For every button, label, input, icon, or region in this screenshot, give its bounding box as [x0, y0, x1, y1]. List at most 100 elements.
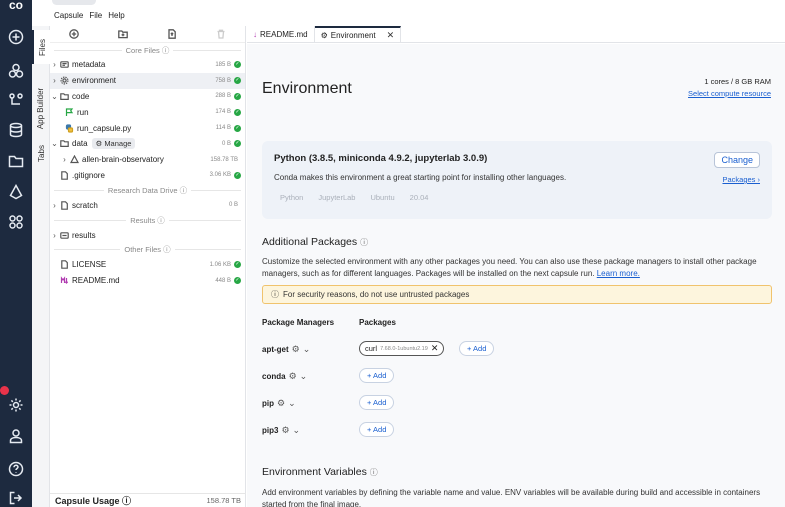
- menu-file[interactable]: File: [89, 11, 102, 25]
- file-row-code[interactable]: ⌄ code 288 B ✓: [50, 89, 245, 105]
- check-icon: ✓: [234, 171, 241, 179]
- file-name: code: [72, 91, 90, 101]
- file-size: 448 B: [215, 277, 231, 284]
- check-icon: ✓: [234, 140, 241, 148]
- file-row-allen-brain-observatory[interactable]: › allen-brain-observatory 158.78 TB: [50, 152, 245, 168]
- chevron-right-icon[interactable]: ›: [50, 60, 59, 69]
- info-icon[interactable]: ⓘ: [370, 468, 378, 477]
- file-row-readme[interactable]: README.md 448 B ✓: [50, 273, 245, 289]
- vtab-app-builder[interactable]: App Builder: [32, 78, 50, 138]
- app-rail: co: [0, 0, 32, 507]
- manager-conda: conda ⚙ ⌄: [262, 371, 308, 382]
- tab-environment[interactable]: ⚙ Environment ✕: [314, 26, 402, 42]
- file-size: 758 B: [215, 77, 231, 84]
- chevron-down-icon[interactable]: ⌄: [50, 92, 59, 101]
- file-row-data[interactable]: ⌄ data ⚙ Manage 0 B ✓: [50, 136, 245, 152]
- python-icon: [64, 123, 74, 133]
- folder-icon[interactable]: [6, 151, 26, 171]
- check-icon: ✓: [234, 92, 241, 100]
- packages-link[interactable]: Packages ›: [722, 175, 760, 184]
- file-row-gitignore[interactable]: .gitignore 3.06 KB ✓: [50, 168, 245, 184]
- warning-text: For security reasons, do not use untrust…: [283, 290, 470, 299]
- change-button[interactable]: Change: [714, 152, 760, 168]
- file-icon: [59, 200, 69, 210]
- info-icon[interactable]: ⓘ: [360, 238, 368, 247]
- metadata-icon: [59, 60, 69, 70]
- help-icon[interactable]: [6, 459, 26, 479]
- package-version: 7.68.0-1ubuntu2.19: [380, 345, 428, 352]
- section-other-files: Other Files ⓘ: [50, 243, 245, 257]
- chevron-right-icon[interactable]: ›: [50, 201, 59, 210]
- new-file-plus-icon[interactable]: [67, 27, 81, 41]
- package-chip-curl[interactable]: curl 7.68.0-1ubuntu2.19 ✕: [359, 341, 445, 356]
- models-icon[interactable]: [6, 182, 26, 202]
- chevron-down-icon[interactable]: ⌄: [300, 371, 308, 382]
- tab-label: README.md: [260, 29, 308, 39]
- markdown-icon: [59, 276, 69, 286]
- environment-name: Python (3.8.5, miniconda 4.9.2, jupyterl…: [274, 153, 488, 164]
- close-icon[interactable]: ✕: [387, 30, 395, 41]
- file-row-results[interactable]: › results: [50, 227, 245, 243]
- file-row-scratch[interactable]: › scratch 0 B: [50, 197, 245, 213]
- manager-apt-get: apt-get ⚙ ⌄: [262, 344, 311, 355]
- check-icon: ✓: [234, 277, 241, 285]
- menu-help[interactable]: Help: [108, 11, 124, 25]
- vtab-files[interactable]: Files: [32, 30, 50, 64]
- chevron-down-icon[interactable]: ⌄: [50, 139, 59, 148]
- logout-icon[interactable]: [6, 488, 26, 507]
- delete-icon[interactable]: [214, 27, 228, 41]
- gear-icon[interactable]: ⚙: [281, 425, 289, 436]
- vtab-tabs[interactable]: Tabs: [32, 140, 50, 166]
- environment-description: Conda makes this environment a great sta…: [274, 173, 567, 182]
- pipeline-icon[interactable]: [6, 90, 26, 110]
- gear-icon[interactable]: ⚙: [292, 344, 300, 355]
- user-icon[interactable]: [6, 426, 26, 446]
- chevron-right-icon[interactable]: ›: [60, 155, 69, 164]
- add-apt-get-button[interactable]: + Add: [459, 341, 495, 356]
- environment-tags: Python JupyterLab Ubuntu 20.04: [280, 193, 428, 202]
- tab-readme[interactable]: ↓ README.md: [247, 26, 315, 42]
- capsules-icon[interactable]: [6, 61, 26, 81]
- file-size: 288 B: [215, 93, 231, 100]
- results-icon: [59, 230, 69, 240]
- add-pip-button[interactable]: + Add: [359, 395, 395, 410]
- file-row-environment[interactable]: › environment 758 B ✓: [50, 72, 245, 89]
- chevron-right-icon[interactable]: ›: [50, 76, 59, 85]
- file-size: 114 B: [215, 125, 231, 132]
- file-row-metadata[interactable]: › metadata 185 B ✓: [50, 57, 245, 73]
- upload-file-icon[interactable]: [165, 27, 179, 41]
- gear-icon[interactable]: ⚙: [277, 398, 285, 409]
- col-packages: Packages: [359, 318, 396, 327]
- add-pip3-button[interactable]: + Add: [359, 422, 395, 437]
- add-icon[interactable]: [6, 27, 26, 47]
- capsule-usage-value: 158.78 TB: [206, 496, 241, 505]
- learn-more-link[interactable]: Learn more.: [597, 269, 640, 278]
- menu-capsule[interactable]: Capsule: [54, 11, 83, 25]
- new-folder-icon[interactable]: [116, 27, 130, 41]
- apps-grid-icon[interactable]: [6, 212, 26, 232]
- file-row-run[interactable]: run 174 B ✓: [50, 104, 245, 120]
- section-research-data-drive: Research Data Drive ⓘ: [50, 183, 245, 197]
- compute-resource: 1 cores / 8 GB RAM Select compute resour…: [688, 77, 771, 98]
- file-row-run-capsule[interactable]: run_capsule.py 114 B ✓: [50, 120, 245, 136]
- select-compute-link[interactable]: Select compute resource: [688, 89, 771, 98]
- chevron-down-icon[interactable]: ⌄: [303, 344, 311, 355]
- file-toolbar: [50, 26, 245, 43]
- gear-icon[interactable]: ⚙: [289, 371, 297, 382]
- remove-icon[interactable]: ✕: [431, 343, 439, 354]
- editor-tabbar: ↓ README.md ⚙ Environment ✕: [247, 26, 785, 43]
- manage-label: Manage: [104, 139, 132, 149]
- settings-icon[interactable]: [6, 395, 26, 415]
- data-icon[interactable]: [6, 120, 26, 140]
- chevron-right-icon[interactable]: ›: [50, 231, 59, 240]
- capsule-name-pill[interactable]: [52, 0, 96, 5]
- add-conda-button[interactable]: + Add: [359, 368, 395, 383]
- logo: co: [8, 0, 23, 12]
- security-warning: ⓘ For security reasons, do not use untru…: [262, 285, 772, 304]
- page-title: Environment: [262, 80, 352, 97]
- chevron-down-icon[interactable]: ⌄: [288, 398, 296, 409]
- manage-button[interactable]: ⚙ Manage: [91, 138, 136, 150]
- gear-icon: [59, 76, 69, 86]
- file-row-license[interactable]: LICENSE 1.06 KB ✓: [50, 257, 245, 273]
- chevron-down-icon[interactable]: ⌄: [293, 425, 301, 436]
